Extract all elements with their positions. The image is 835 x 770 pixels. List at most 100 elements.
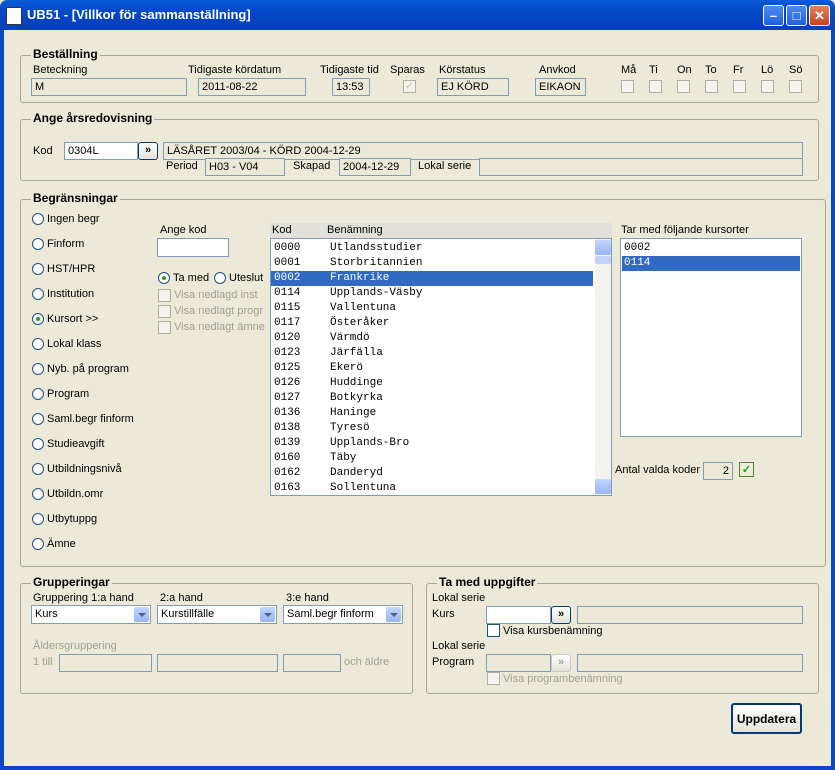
list-row[interactable]: 0123 Järfälla: [271, 346, 593, 361]
beteckning-field[interactable]: M: [31, 78, 187, 96]
radio-studieavgift[interactable]: [32, 438, 44, 450]
day-checkbox-so[interactable]: [789, 80, 802, 93]
list-row[interactable]: 0136 Haninge: [271, 406, 593, 421]
visa-programbenamning-checkbox[interactable]: [487, 672, 500, 685]
radio-institution[interactable]: [32, 288, 44, 300]
radio-finform[interactable]: [32, 238, 44, 250]
window-frame-right: [831, 30, 835, 770]
list-row[interactable]: 0115 Vallentuna: [271, 301, 593, 316]
radio-utbytuppg[interactable]: [32, 513, 44, 525]
radio-ta-med[interactable]: [158, 272, 170, 284]
period-label: Period: [166, 160, 198, 172]
minimize-button[interactable]: –: [763, 5, 784, 26]
radio-saml-begr-finform[interactable]: [32, 413, 44, 425]
radio-ingen-begr[interactable]: [32, 213, 44, 225]
include-program-browse-button[interactable]: »: [551, 654, 571, 672]
list-row[interactable]: 0126 Huddinge: [271, 376, 593, 391]
confirm-check-icon[interactable]: ✓: [739, 462, 754, 477]
list-row-kod: 0125: [274, 362, 301, 374]
day-checkbox-fr[interactable]: [733, 80, 746, 93]
g1-select[interactable]: Kurs: [31, 605, 151, 624]
visa-kursbenamning-checkbox[interactable]: [487, 624, 500, 637]
sparas-checkbox[interactable]: ✓: [403, 80, 416, 93]
korstatus-field[interactable]: EJ KÖRD: [437, 78, 509, 96]
list-row[interactable]: 0163 Sollentuna: [271, 481, 593, 495]
include-lokal-serie-label: Lokal serie: [432, 592, 486, 604]
radio-utbildningsniva[interactable]: [32, 463, 44, 475]
include-kurs-browse-button[interactable]: »: [551, 606, 571, 624]
scroll-down-icon[interactable]: [595, 479, 611, 494]
kordatum-field[interactable]: 2011-08-22: [198, 78, 306, 96]
day-checkbox-lo[interactable]: [761, 80, 774, 93]
day-checkbox-to[interactable]: [705, 80, 718, 93]
include-kurs-input[interactable]: [486, 606, 551, 624]
day-label-to: To: [705, 64, 717, 76]
visa-nedlagd-inst-checkbox[interactable]: [158, 289, 171, 302]
list-row[interactable]: 0125 Ekerö: [271, 361, 593, 376]
visa-nedlagt-amne-label: Visa nedlagt ämne: [174, 321, 265, 333]
include-program-input[interactable]: [486, 654, 551, 672]
list-row[interactable]: 0138 Tyresö: [271, 421, 593, 436]
chevron-down-icon[interactable]: [386, 607, 401, 622]
ange-kod-input[interactable]: [157, 238, 229, 257]
alder-field-3[interactable]: [283, 654, 341, 672]
visa-nedlagt-progr-checkbox[interactable]: [158, 305, 171, 318]
list-row[interactable]: 0114 Upplands-Väsby: [271, 286, 593, 301]
list-row[interactable]: 0117 Österåker: [271, 316, 593, 331]
annual-kod-input[interactable]: 0304L: [64, 142, 138, 160]
alder-field-2[interactable]: [157, 654, 278, 672]
list-scrollbar[interactable]: [595, 239, 611, 495]
maximize-button[interactable]: □: [786, 5, 807, 26]
list-row-name: Tyresö: [330, 422, 370, 434]
tid-field[interactable]: 13:53: [332, 78, 370, 96]
period-field[interactable]: H03 - V04: [205, 158, 285, 176]
list-row[interactable]: 0160 Täby: [271, 451, 593, 466]
radio-uteslut[interactable]: [214, 272, 226, 284]
radio-nyb-pa-program[interactable]: [32, 363, 44, 375]
include-program-label: Program: [432, 656, 475, 668]
visa-nedlagt-amne-checkbox[interactable]: [158, 321, 171, 334]
chevron-down-icon[interactable]: [260, 607, 275, 622]
scroll-up-icon[interactable]: [595, 240, 611, 255]
uteslut-label: Uteslut: [229, 272, 264, 284]
kursort-list[interactable]: 0000 Utlandsstudier 0001 Storbritannien 0002…: [270, 238, 612, 496]
g3-select[interactable]: Saml.begr finform: [283, 605, 403, 624]
list-row[interactable]: 0139 Upplands-Bro: [271, 436, 593, 451]
tar-med-list[interactable]: 0002 0114: [620, 238, 802, 437]
annual-browse-button[interactable]: »: [138, 142, 158, 160]
update-button[interactable]: Uppdatera: [731, 703, 802, 734]
day-checkbox-ma[interactable]: [621, 80, 634, 93]
radio-kursort[interactable]: [32, 313, 44, 325]
tar-med-item[interactable]: 0002: [622, 241, 802, 256]
radio-program[interactable]: [32, 388, 44, 400]
list-header-kod[interactable]: Kod: [272, 224, 292, 236]
list-row[interactable]: 0162 Danderyd: [271, 466, 593, 481]
list-row-kod: 0136: [274, 407, 301, 419]
close-button[interactable]: ✕: [809, 5, 830, 26]
day-label-fr: Fr: [733, 64, 744, 76]
alder-field-1[interactable]: [59, 654, 152, 672]
list-row[interactable]: 0000 Utlandsstudier: [271, 241, 593, 256]
day-label-on: On: [677, 64, 692, 76]
list-row[interactable]: 0001 Storbritannien: [271, 256, 593, 271]
radio-amne[interactable]: [32, 538, 44, 550]
day-checkbox-ti[interactable]: [649, 80, 662, 93]
radio-utbildn-omr[interactable]: [32, 488, 44, 500]
radio-lokal-klass[interactable]: [32, 338, 44, 350]
scroll-thumb[interactable]: [595, 256, 611, 264]
anvkod-field[interactable]: EIKAON: [535, 78, 586, 96]
annual-title: Ange årsredovisning: [31, 111, 155, 125]
g2-select[interactable]: Kurstillfälle: [157, 605, 277, 624]
tar-med-item[interactable]: 0114: [622, 256, 800, 271]
list-row[interactable]: 0120 Värmdö: [271, 331, 593, 346]
day-checkbox-on[interactable]: [677, 80, 690, 93]
chevron-down-icon[interactable]: [134, 607, 149, 622]
list-row[interactable]: 0002 Frankrike: [271, 271, 593, 286]
list-header-benamning[interactable]: Benämning: [327, 224, 383, 236]
list-row[interactable]: 0127 Botkyrka: [271, 391, 593, 406]
skapad-field[interactable]: 2004-12-29: [339, 158, 411, 176]
list-row-kod: 0001: [274, 257, 301, 269]
radio-hst-hpr[interactable]: [32, 263, 44, 275]
annual-lokal-serie-field[interactable]: [479, 158, 803, 176]
list-header: Kod Benämning: [270, 223, 612, 238]
